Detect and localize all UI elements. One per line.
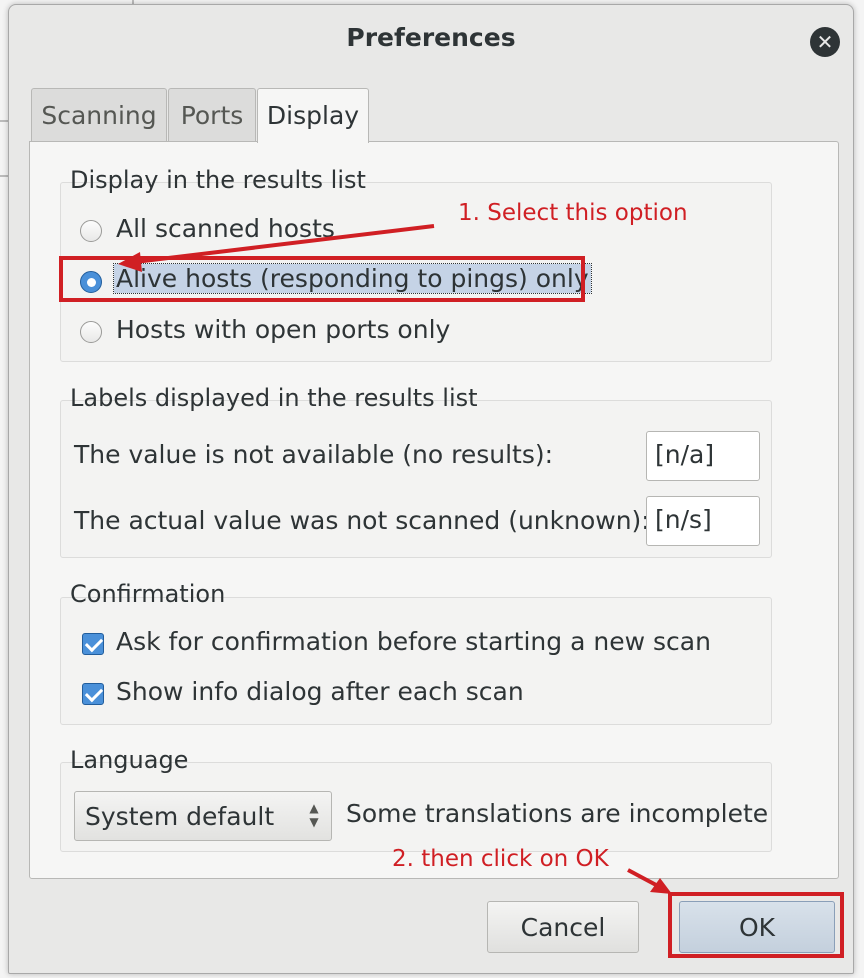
annotation-step2: 2. then click on OK [392, 846, 609, 872]
confirmation-group-title: Confirmation [70, 580, 226, 608]
display-tab-panel: Display in the results list All scanned … [29, 141, 839, 879]
background-window-edge [0, 175, 8, 177]
annotation-step1: 1. Select this option [458, 200, 688, 226]
cancel-button[interactable]: Cancel [487, 901, 639, 953]
radio-open-ports-hosts[interactable] [80, 321, 102, 343]
language-group-title: Language [70, 746, 189, 774]
option-label-all-scanned-hosts[interactable]: All scanned hosts [116, 214, 335, 243]
display-group-title: Display in the results list [70, 166, 366, 194]
ask-confirmation-label[interactable]: Ask for confirmation before starting a n… [116, 627, 711, 656]
language-select[interactable]: System default ▲ ▼ [74, 791, 332, 841]
show-info-dialog-checkbox[interactable] [82, 683, 104, 705]
tab-ports[interactable]: Ports [168, 88, 256, 142]
highlight-ok-box [668, 892, 844, 958]
preferences-dialog: Preferences ✕ Scanning Ports Display Dis… [8, 4, 854, 974]
radio-all-scanned-hosts[interactable] [80, 220, 102, 242]
not-scanned-label: The actual value was not scanned (unknow… [74, 506, 650, 535]
not-available-label: The value is not available (no results): [74, 440, 554, 469]
labels-group-title: Labels displayed in the results list [70, 384, 478, 412]
highlight-alive-hosts-box [59, 256, 585, 302]
show-info-dialog-label[interactable]: Show info dialog after each scan [116, 677, 524, 706]
not-scanned-input[interactable]: [n/s] [646, 496, 760, 546]
ask-confirmation-checkbox[interactable] [82, 633, 104, 655]
tab-display[interactable]: Display [257, 88, 369, 143]
dialog-title: Preferences [346, 23, 516, 52]
not-available-input[interactable]: [n/a] [646, 431, 760, 481]
language-selected-value: System default [85, 802, 275, 831]
language-note: Some translations are incomplete [346, 799, 769, 828]
spin-arrows-icon: ▲ ▼ [309, 801, 319, 829]
tab-scanning[interactable]: Scanning [31, 88, 167, 142]
background-window-edge [0, 120, 8, 122]
close-icon[interactable]: ✕ [810, 27, 840, 57]
title-bar: Preferences ✕ [9, 5, 853, 71]
option-label-open-ports-hosts[interactable]: Hosts with open ports only [116, 315, 450, 344]
